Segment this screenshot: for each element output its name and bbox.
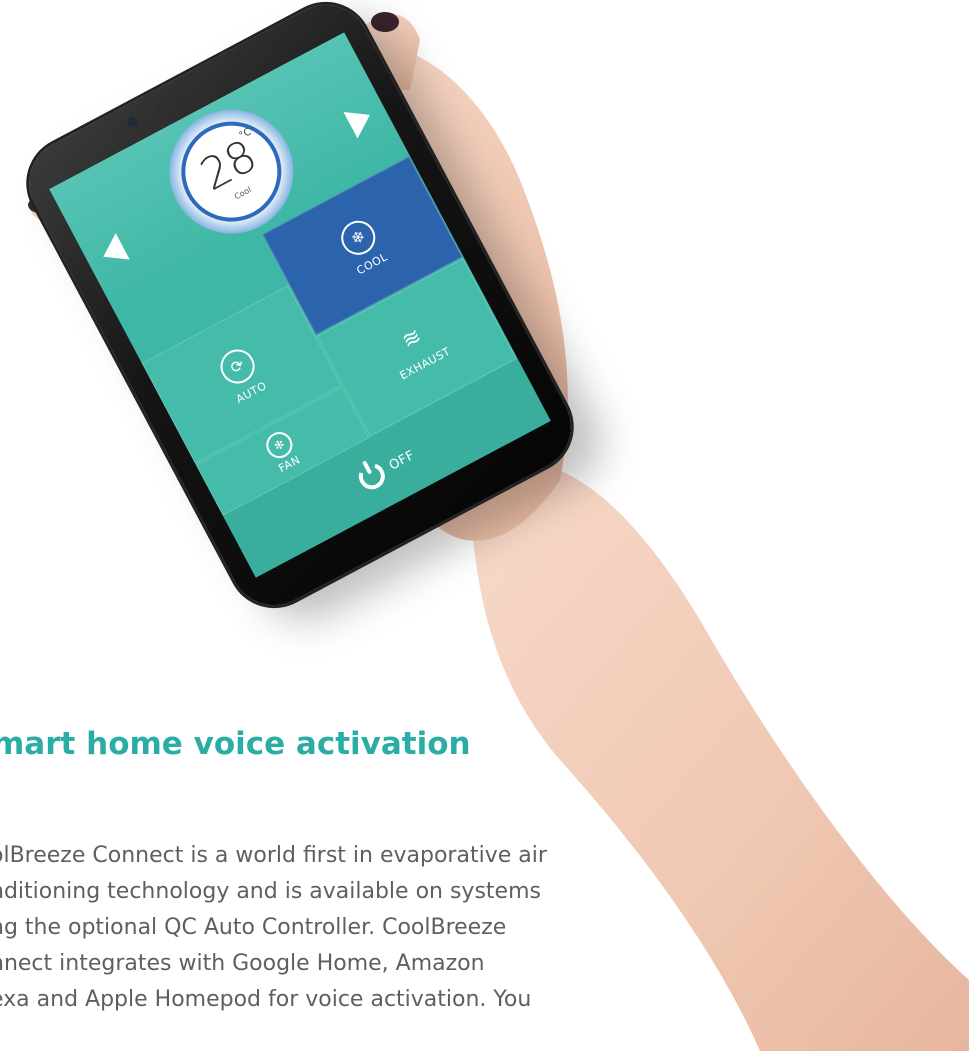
body-paragraph: olBreeze Connect is a world first in eva… <box>0 838 670 1018</box>
power-icon <box>353 458 390 495</box>
increase-temp-arrow-icon[interactable] <box>343 101 377 139</box>
paragraph-line: nditioning technology and is available o… <box>0 879 541 904</box>
page: 28 °C Cool ❄ COOL ⟳ AUTO ≋ EXHAUST ✻ FAN… <box>0 0 969 1051</box>
decrease-temp-arrow-icon[interactable] <box>96 233 130 270</box>
section-heading: mart home voice activation <box>0 726 471 762</box>
power-label: OFF <box>386 447 418 474</box>
paragraph-line: nnect integrates with Google Home, Amazo… <box>0 951 485 976</box>
front-camera <box>125 115 140 129</box>
exhaust-icon: ≋ <box>397 323 426 354</box>
paragraph-line: ng the optional QC Auto Controller. Cool… <box>0 915 507 940</box>
paragraph-line: olBreeze Connect is a world first in eva… <box>0 843 547 868</box>
paragraph-line: exa and Apple Homepod for voice activati… <box>0 987 532 1012</box>
